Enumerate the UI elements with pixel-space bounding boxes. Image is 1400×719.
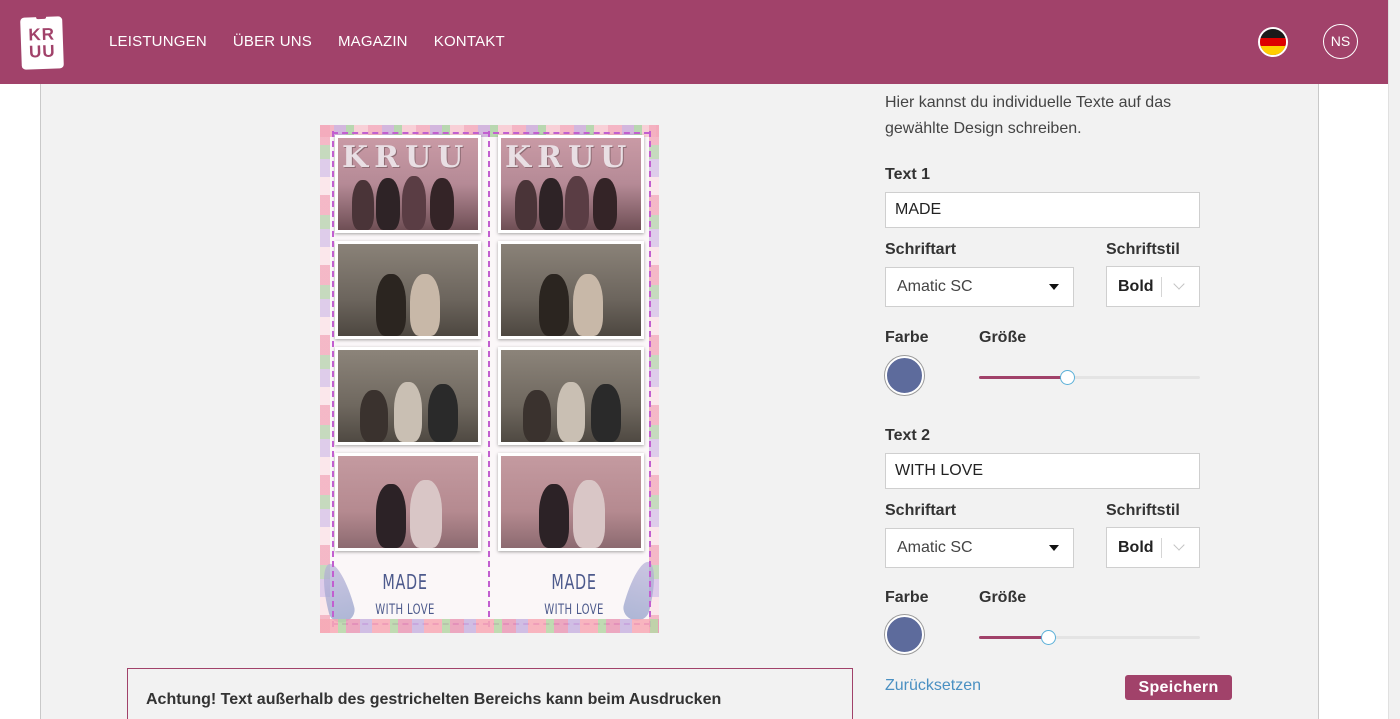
- text2-label: Text 2: [885, 427, 931, 444]
- form-intro-text: Hier kannst du individuelle Texte auf da…: [885, 94, 1172, 137]
- safe-area-guide-top: [332, 132, 650, 134]
- person-figure: [376, 274, 406, 336]
- strip-text-line1-left: MADE: [382, 570, 428, 594]
- text1-font-select[interactable]: Amatic SC: [885, 267, 1074, 307]
- strip-text-line1-right: MADE: [551, 570, 597, 594]
- nav-item-magazin[interactable]: MAGAZIN: [338, 33, 408, 50]
- chevron-down-icon: [1173, 278, 1185, 290]
- strip-photo-right-4: [498, 453, 644, 551]
- text2-style-select[interactable]: Bold: [1106, 527, 1200, 568]
- text2-size-slider[interactable]: [979, 630, 1200, 645]
- safe-area-guide-right: [649, 131, 651, 627]
- person-figure: [352, 180, 374, 230]
- text2-input[interactable]: WITH LOVE: [885, 453, 1200, 489]
- safe-area-guide-center: [488, 131, 490, 627]
- person-figure: [573, 480, 605, 548]
- flag-stripe-red: [1260, 37, 1286, 47]
- text2-font-select[interactable]: Amatic SC: [885, 528, 1074, 568]
- strip-photo-right-2: [498, 241, 644, 339]
- text2-style-value: Bold: [1118, 539, 1154, 556]
- person-figure: [523, 390, 551, 442]
- text2-font-label: Schriftart: [885, 502, 957, 519]
- german-flag-icon[interactable]: [1258, 27, 1288, 57]
- person-figure: [428, 384, 458, 442]
- warning-text: Achtung! Text außerhalb des gestrichelte…: [146, 691, 722, 708]
- text1-font-value: Amatic SC: [897, 278, 973, 295]
- photo-strip-preview: KRUU KRUU MADE WITH LOVE MADE WITH LOVE: [320, 125, 659, 633]
- slider-thumb[interactable]: [1060, 370, 1075, 385]
- nav-item-leistungen[interactable]: LEISTUNGEN: [109, 33, 207, 50]
- text2-size-label: Größe: [979, 589, 1027, 606]
- caret-down-icon: [1049, 545, 1059, 551]
- text1-style-select[interactable]: Bold: [1106, 266, 1200, 307]
- person-figure: [376, 484, 406, 548]
- person-figure: [573, 274, 603, 336]
- text2-color-swatch[interactable]: [885, 615, 924, 654]
- strip-text-line2-left: WITH LOVE: [375, 602, 435, 618]
- text1-style-value: Bold: [1118, 278, 1154, 295]
- text2-color-label: Farbe: [885, 589, 929, 606]
- strip-photo-left-4: [335, 453, 481, 551]
- text2-font-value: Amatic SC: [897, 539, 973, 556]
- editor-panel: [40, 84, 1319, 719]
- warning-box: Achtung! Text außerhalb des gestrichelte…: [127, 668, 853, 719]
- logo-text: KRUU: [28, 24, 56, 62]
- person-figure: [593, 178, 617, 230]
- save-button[interactable]: Speichern: [1125, 675, 1232, 700]
- text1-color-label: Farbe: [885, 329, 929, 346]
- select-separator: [1161, 277, 1162, 297]
- chevron-down-icon: [1173, 539, 1185, 551]
- strip-photo-right-1: KRUU: [498, 135, 644, 233]
- slider-thumb[interactable]: [1041, 630, 1056, 645]
- text1-label: Text 1: [885, 166, 931, 183]
- floral-border-left: [320, 125, 330, 633]
- slider-fill: [979, 636, 1048, 639]
- text1-size-slider[interactable]: [979, 370, 1200, 385]
- person-figure: [430, 178, 454, 230]
- person-figure: [557, 382, 585, 442]
- select-separator: [1161, 538, 1162, 558]
- person-figure: [402, 176, 426, 230]
- person-figure: [515, 180, 537, 230]
- text2-style-label: Schriftstil: [1106, 502, 1180, 519]
- person-figure: [565, 176, 589, 230]
- logo-notch: [35, 13, 47, 20]
- nav-item-kontakt[interactable]: KONTAKT: [434, 33, 505, 50]
- caret-down-icon: [1049, 284, 1059, 290]
- top-navigation-bar: KRUU LEISTUNGEN ÜBER UNS MAGAZIN KONTAKT…: [0, 0, 1388, 84]
- kruu-logo[interactable]: KRUU: [20, 13, 64, 70]
- person-figure: [591, 384, 621, 442]
- text1-font-label: Schriftart: [885, 241, 957, 258]
- page-scrollbar[interactable]: [1388, 0, 1400, 719]
- reset-link[interactable]: Zurücksetzen: [885, 677, 981, 695]
- strip-photo-right-3: [498, 347, 644, 445]
- person-figure: [360, 390, 388, 442]
- text1-size-label: Größe: [979, 329, 1027, 346]
- text1-color-swatch[interactable]: [885, 356, 924, 395]
- safe-area-guide-left: [332, 131, 334, 627]
- strip-photo-left-3: [335, 347, 481, 445]
- slider-fill: [979, 376, 1067, 379]
- main-nav: LEISTUNGEN ÜBER UNS MAGAZIN KONTAKT: [109, 33, 531, 50]
- person-figure: [410, 480, 442, 548]
- strip-photo-left-2: [335, 241, 481, 339]
- person-figure: [376, 178, 400, 230]
- person-figure: [539, 274, 569, 336]
- text1-input[interactable]: MADE: [885, 192, 1200, 228]
- strip-photo-left-1: KRUU: [335, 135, 481, 233]
- flag-stripe-black: [1260, 29, 1286, 38]
- person-figure: [539, 178, 563, 230]
- person-figure: [410, 274, 440, 336]
- person-figure: [539, 484, 569, 548]
- flag-stripe-gold: [1260, 46, 1286, 55]
- person-figure: [394, 382, 422, 442]
- nav-item-ueber-uns[interactable]: ÜBER UNS: [233, 33, 312, 50]
- balloon-letters: KRUU: [342, 140, 470, 175]
- text1-style-label: Schriftstil: [1106, 241, 1180, 258]
- strip-text-line2-right: WITH LOVE: [544, 602, 604, 618]
- user-avatar[interactable]: NS: [1323, 24, 1358, 59]
- balloon-letters: KRUU: [505, 140, 633, 175]
- floral-border-bottom: [320, 619, 659, 633]
